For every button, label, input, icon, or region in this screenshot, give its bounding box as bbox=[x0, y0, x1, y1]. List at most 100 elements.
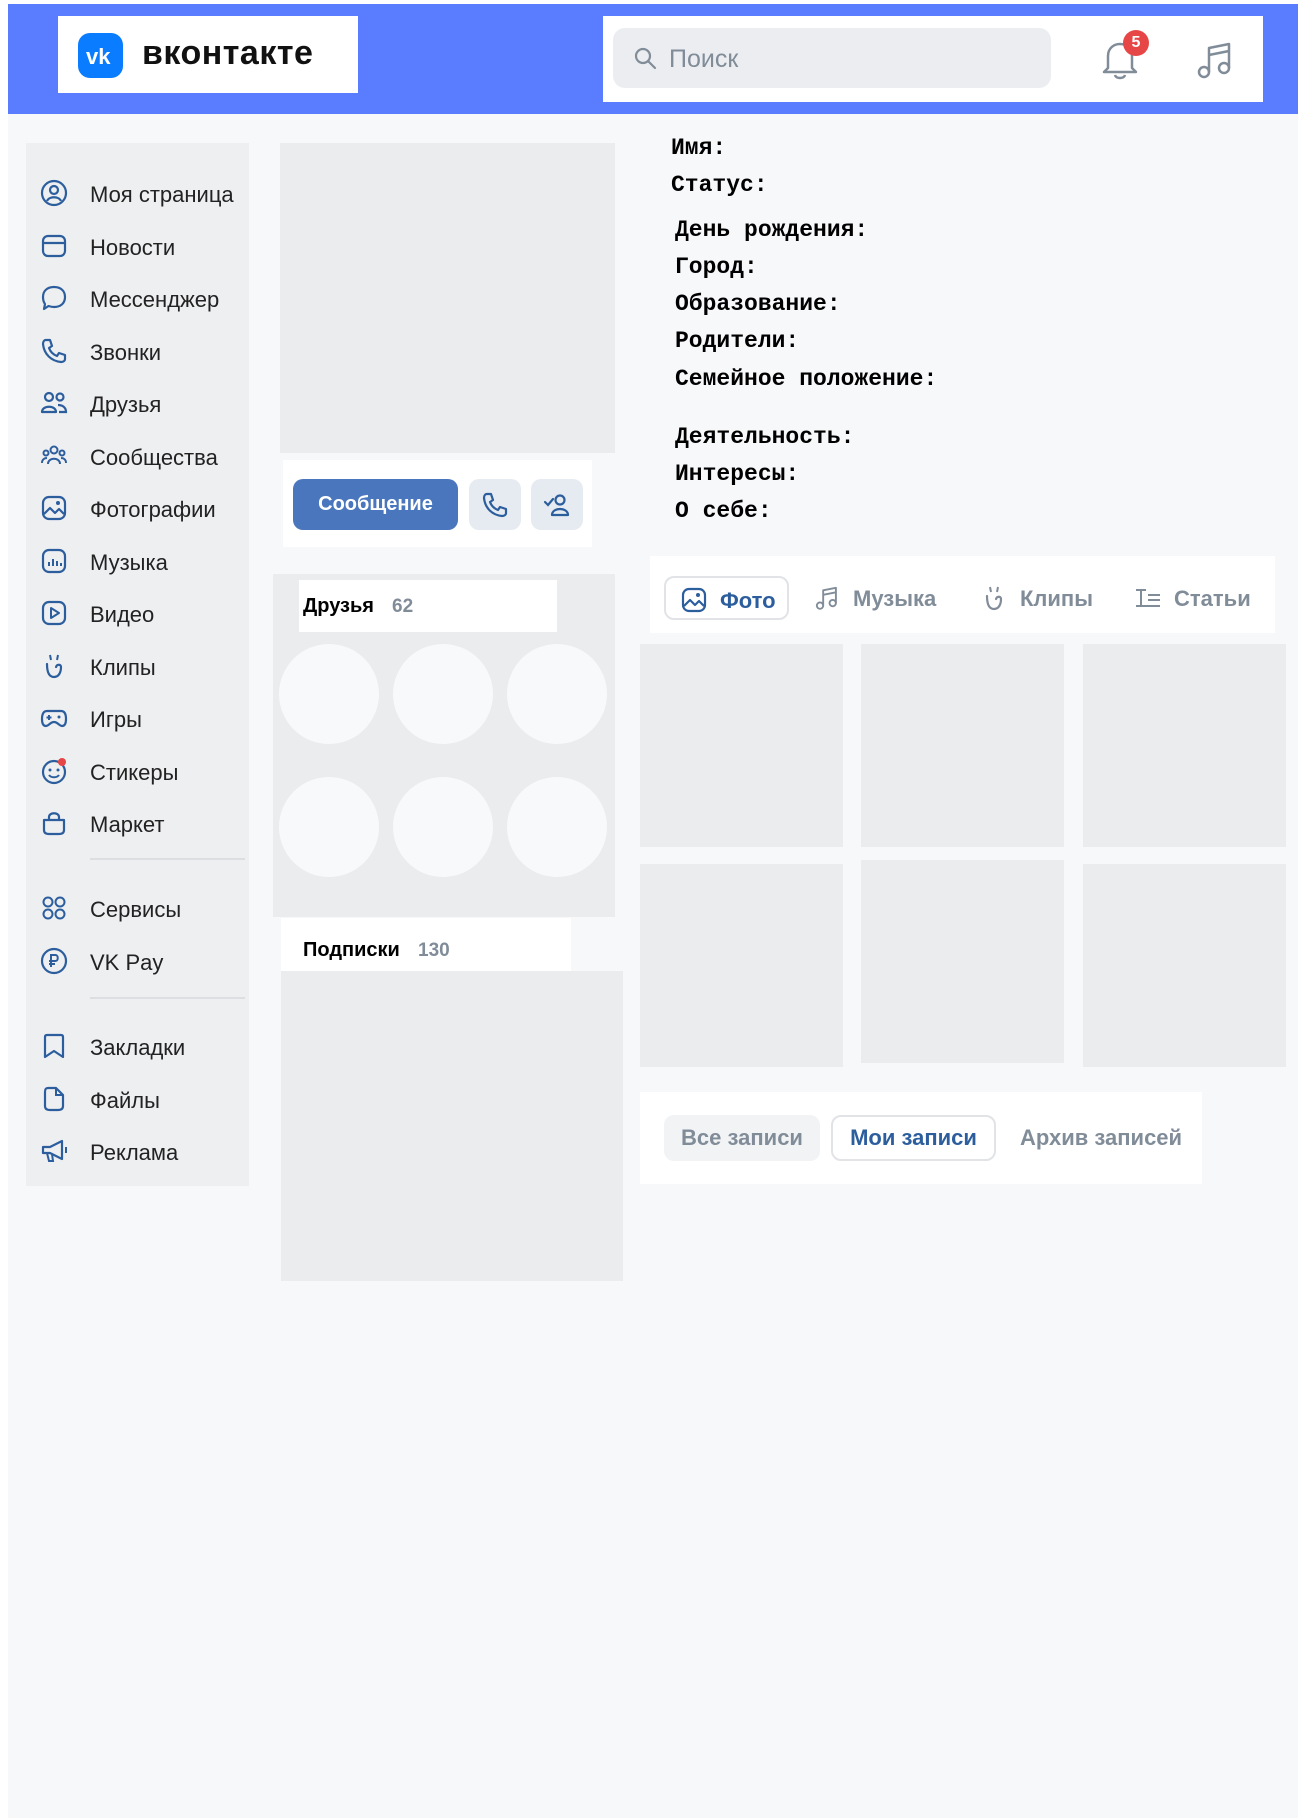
tab-label: Фото bbox=[720, 588, 776, 613]
notification-badge: 5 bbox=[1123, 30, 1149, 56]
sidebar-item-stickers[interactable]: Стикеры bbox=[26, 749, 249, 793]
sidebar-item-bookmarks[interactable]: Закладки bbox=[26, 1024, 249, 1068]
photo-thumbnail[interactable] bbox=[640, 864, 843, 1067]
friend-status-button[interactable] bbox=[531, 479, 583, 530]
sidebar-divider bbox=[90, 858, 245, 860]
friend-avatar[interactable] bbox=[279, 777, 379, 877]
tab-posts-archive[interactable]: Архив записей bbox=[1010, 1115, 1192, 1161]
sidebar-item-news[interactable]: Новости bbox=[26, 224, 249, 268]
logo[interactable]: vk вконтакте bbox=[58, 16, 358, 93]
sidebar-item-label: Друзья bbox=[90, 392, 162, 417]
sidebar-item-photos[interactable]: Фотографии bbox=[26, 486, 249, 530]
sidebar-item-calls[interactable]: Звонки bbox=[26, 329, 249, 373]
sidebar-divider bbox=[90, 997, 245, 999]
sidebar-item-label: Файлы bbox=[90, 1088, 160, 1113]
sticker-icon bbox=[41, 758, 67, 785]
photo-thumbnail[interactable] bbox=[1083, 864, 1286, 1067]
message-button[interactable]: Сообщение bbox=[293, 479, 458, 530]
sidebar-item-label: Реклама bbox=[90, 1140, 179, 1165]
left-sidebar: Моя страница Новости Мессенджер Звонки Д… bbox=[26, 143, 249, 1186]
phone-icon bbox=[41, 338, 67, 364]
friends-count: 62 bbox=[392, 596, 414, 617]
music-note-icon bbox=[1197, 42, 1231, 79]
search-icon bbox=[634, 47, 657, 70]
file-icon bbox=[43, 1086, 65, 1112]
photo-thumbnail[interactable] bbox=[861, 860, 1064, 1063]
info-interests: Интересы: bbox=[675, 461, 800, 487]
subscriptions-header[interactable]: Подписки 130 bbox=[281, 918, 571, 978]
info-birthday: День рождения: bbox=[675, 217, 869, 243]
tab-clips[interactable]: Клипы bbox=[980, 576, 1095, 620]
sidebar-item-label: Стикеры bbox=[90, 760, 179, 785]
sidebar-item-label: Сервисы bbox=[90, 897, 182, 922]
subscriptions-title: Подписки bbox=[303, 939, 400, 961]
user-check-icon bbox=[543, 494, 570, 517]
posts-filter: Все записи Мои записи Архив записей bbox=[640, 1092, 1202, 1184]
music-icon bbox=[41, 548, 67, 574]
friend-avatar[interactable] bbox=[507, 644, 607, 744]
tab-articles[interactable]: Статьи bbox=[1134, 576, 1259, 620]
sidebar-item-label: Фотографии bbox=[90, 497, 216, 522]
info-about: О себе: bbox=[675, 498, 772, 524]
friend-avatar[interactable] bbox=[279, 644, 379, 744]
friends-title: Друзья bbox=[303, 595, 374, 617]
sidebar-item-market[interactable]: Маркет bbox=[26, 801, 249, 845]
communities-icon bbox=[41, 445, 67, 465]
info-education: Образование: bbox=[675, 291, 841, 317]
gamepad-icon bbox=[40, 709, 68, 728]
services-icon bbox=[42, 896, 66, 920]
tab-photo[interactable]: Фото bbox=[664, 576, 789, 620]
search-box[interactable] bbox=[613, 28, 1051, 90]
profile-avatar bbox=[280, 143, 615, 453]
sidebar-item-label: VK Pay bbox=[90, 950, 164, 975]
sidebar-item-music[interactable]: Музыка bbox=[26, 539, 249, 583]
friends-header[interactable]: Друзья 62 bbox=[299, 580, 557, 632]
search-input[interactable] bbox=[667, 28, 1041, 90]
info-activity: Деятельность: bbox=[675, 424, 855, 450]
photo-thumbnail[interactable] bbox=[640, 644, 843, 847]
tab-all-posts[interactable]: Все записи bbox=[664, 1115, 820, 1161]
sidebar-item-label: Закладки bbox=[90, 1035, 186, 1060]
sidebar-item-my-page[interactable]: Моя страница bbox=[26, 171, 249, 215]
subscriptions-count: 130 bbox=[418, 940, 450, 961]
music-note-icon bbox=[815, 586, 837, 610]
sidebar-item-vkpay[interactable]: VK Pay bbox=[26, 939, 249, 983]
sidebar-item-communities[interactable]: Сообщества bbox=[26, 434, 249, 478]
sidebar-item-label: Игры bbox=[90, 707, 142, 732]
sidebar-item-video[interactable]: Видео bbox=[26, 591, 249, 635]
friends-icon bbox=[40, 391, 68, 414]
friend-avatar[interactable] bbox=[393, 777, 493, 877]
sidebar-item-label: Звонки bbox=[90, 340, 162, 365]
market-icon bbox=[42, 812, 66, 836]
sidebar-item-label: Мессенджер bbox=[90, 287, 220, 312]
photo-thumbnail[interactable] bbox=[861, 644, 1064, 847]
friend-avatar[interactable] bbox=[507, 777, 607, 877]
friend-avatar[interactable] bbox=[393, 644, 493, 744]
info-relationship: Семейное положение: bbox=[675, 366, 938, 392]
music-player-button[interactable] bbox=[1193, 38, 1237, 82]
sidebar-item-friends[interactable]: Друзья bbox=[26, 381, 249, 425]
tab-label: Статьи bbox=[1174, 586, 1251, 611]
sidebar-item-files[interactable]: Файлы bbox=[26, 1077, 249, 1121]
sidebar-item-clips[interactable]: Клипы bbox=[26, 644, 249, 688]
sidebar-item-label: Клипы bbox=[90, 655, 156, 680]
media-tabs: Фото Музыка Клипы Статьи bbox=[650, 556, 1275, 633]
call-button[interactable] bbox=[469, 479, 521, 530]
subscriptions-widget bbox=[281, 971, 623, 1281]
clips-icon bbox=[985, 586, 1003, 611]
photo-thumbnail[interactable] bbox=[1083, 644, 1286, 847]
sidebar-item-games[interactable]: Игры bbox=[26, 696, 249, 740]
sidebar-item-label: Маркет bbox=[90, 812, 165, 837]
sidebar-item-services[interactable]: Сервисы bbox=[26, 886, 249, 930]
articles-icon bbox=[1136, 589, 1160, 607]
top-header: vk вконтакте 5 bbox=[8, 4, 1298, 114]
tab-music[interactable]: Музыка bbox=[813, 576, 943, 620]
clips-icon bbox=[45, 654, 63, 679]
sidebar-item-messenger[interactable]: Мессенджер bbox=[26, 276, 249, 320]
logo-text: вконтакте bbox=[142, 34, 314, 72]
info-status: Статус: bbox=[671, 172, 768, 198]
tab-my-posts[interactable]: Мои записи bbox=[831, 1115, 996, 1161]
sidebar-item-ads[interactable]: Реклама bbox=[26, 1129, 249, 1173]
tab-label: Музыка bbox=[853, 586, 937, 611]
header-right-panel: 5 bbox=[603, 16, 1263, 102]
